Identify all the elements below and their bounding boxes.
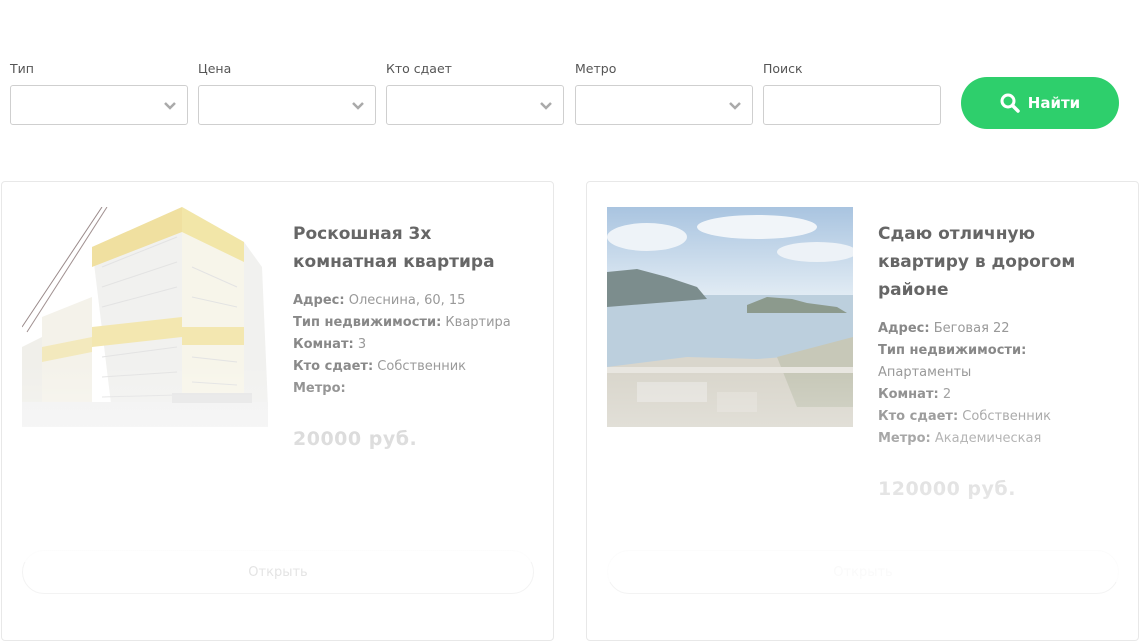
listing-photo-building [22,207,268,427]
find-button-label: Найти [1027,94,1081,112]
listing-photo-seaside [607,207,853,427]
chevron-down-icon [729,102,741,110]
search-filter: Поиск [763,60,941,125]
filter-bar: Тип Цена Кто сдает Метро Поиск Найти [10,60,1130,140]
listing-card: Роскошная 3х комнатная квартира Адрес: О… [1,181,554,641]
search-input[interactable] [763,85,941,125]
open-button[interactable]: Открыть [22,550,534,594]
find-button[interactable]: Найти [961,77,1119,129]
chevron-down-icon [540,102,552,110]
listing-title[interactable]: Сдаю отличную квартиру в дорогом районе [878,220,1118,304]
listing-metro: Метро: Академическая [878,431,1042,446]
listing-owner: Кто сдает: Собственник [878,409,1052,424]
listing-info: Роскошная 3х комнатная квартира Адрес: О… [293,220,533,450]
listing-rooms: Комнат: 3 [293,337,367,352]
search-filter-label: Поиск [763,61,803,76]
search-icon [1000,93,1020,113]
owner-filter-label: Кто сдает [386,61,452,76]
price-filter-label: Цена [198,61,232,76]
listing-info: Сдаю отличную квартиру в дорогом районе … [878,220,1118,500]
chevron-down-icon [352,102,364,110]
listing-price: 120000 руб. [878,478,1016,500]
price-filter: Цена [198,60,376,125]
listing-title[interactable]: Роскошная 3х комнатная квартира [293,220,533,276]
owner-filter: Кто сдает [386,60,564,125]
metro-select[interactable] [575,85,753,125]
listing-address: Адрес: Олеснина, 60, 15 [293,293,466,308]
type-filter: Тип [10,60,188,125]
chevron-down-icon [164,102,176,110]
owner-select[interactable] [386,85,564,125]
listing-price: 20000 руб. [293,428,418,450]
listing-type: Тип недвижимости: Квартира [293,315,511,330]
listing-rooms: Комнат: 2 [878,387,952,402]
listing-owner: Кто сдает: Собственник [293,359,467,374]
listing-card: Сдаю отличную квартиру в дорогом районе … [586,181,1139,641]
listing-type: Тип недвижимости: Апартаменты [878,343,1027,380]
metro-filter: Метро [575,60,753,125]
price-select[interactable] [198,85,376,125]
metro-filter-label: Метро [575,61,617,76]
open-button[interactable]: Открыть [607,550,1119,594]
type-filter-label: Тип [10,61,34,76]
listing-address: Адрес: Беговая 22 [878,321,1010,336]
type-select[interactable] [10,85,188,125]
listing-metro: Метро: [293,381,346,396]
